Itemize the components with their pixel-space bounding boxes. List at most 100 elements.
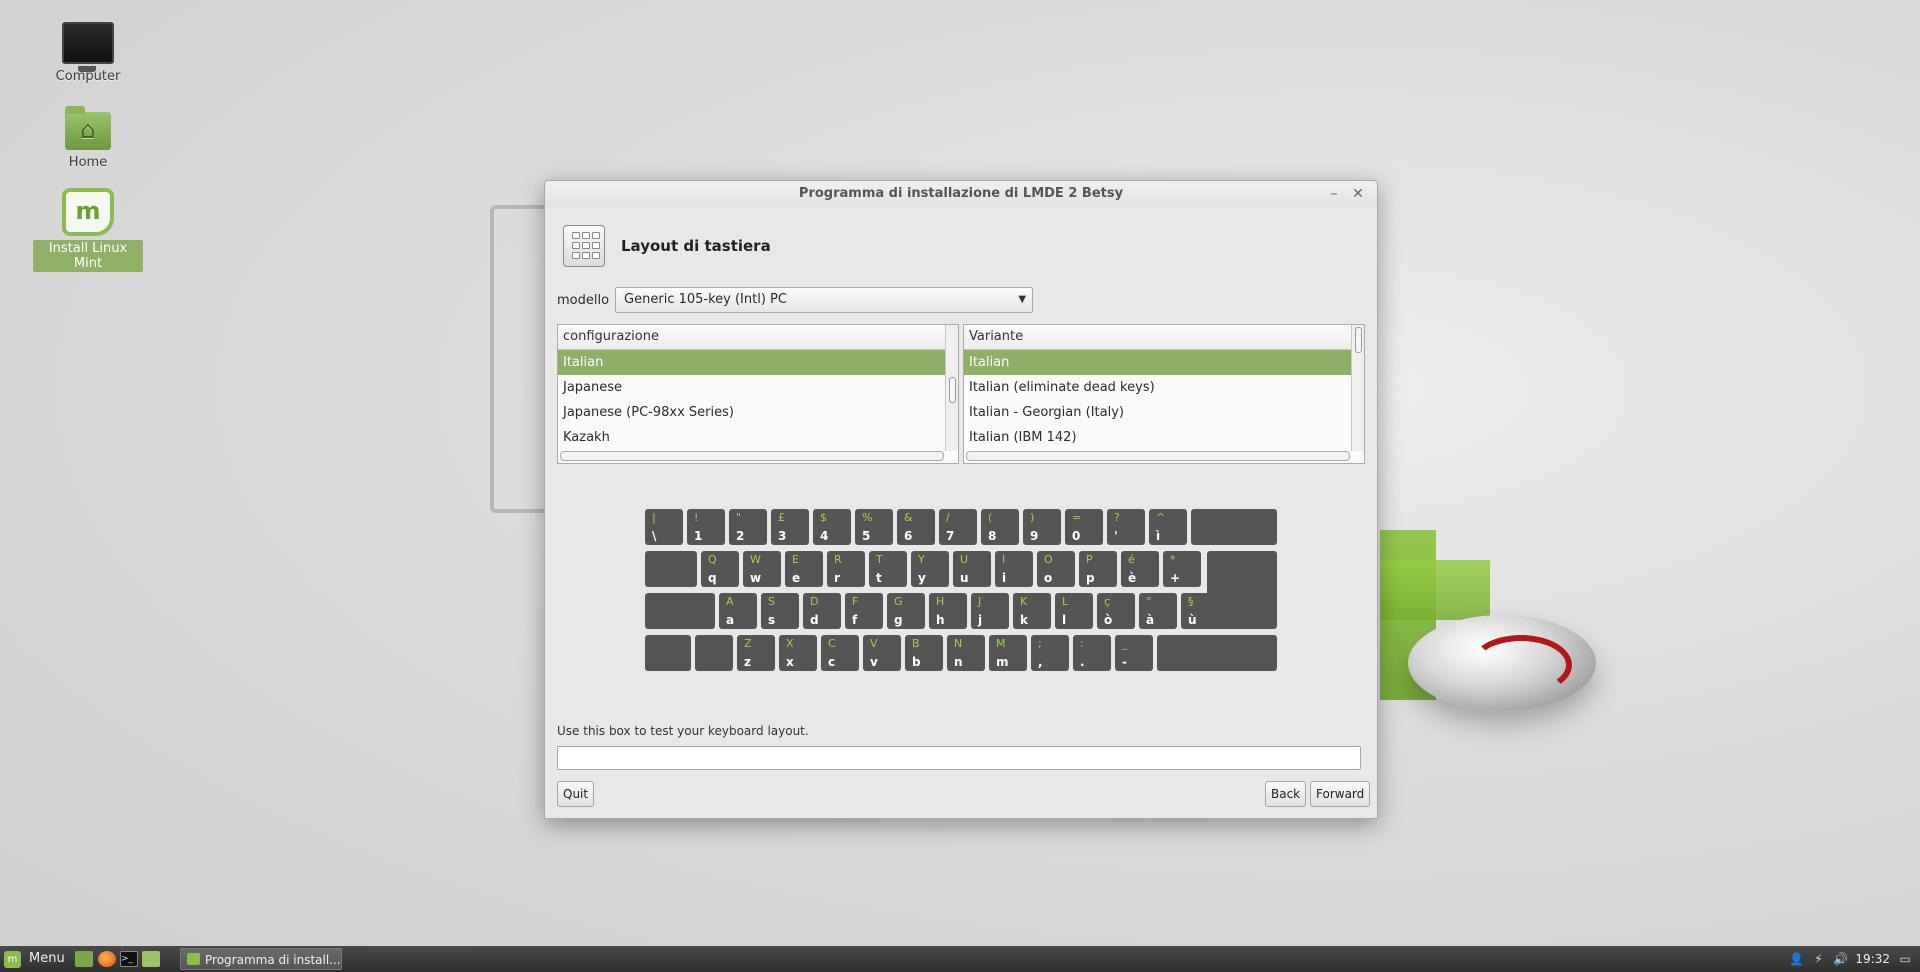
keyboard-key: Nn xyxy=(947,635,985,671)
installer-window: Programma di installazione di LMDE 2 Bet… xyxy=(544,180,1378,819)
keyboard-key: * + xyxy=(1163,551,1201,587)
close-icon[interactable]: ✕ xyxy=(1347,181,1369,207)
keyboard-key: Ii xyxy=(995,551,1033,587)
files-icon[interactable] xyxy=(142,951,160,967)
menu-button[interactable]: m Menu xyxy=(4,946,65,972)
keyboard-key: " 2 xyxy=(729,509,767,545)
key-shift-label: H xyxy=(936,595,945,608)
key-base-label: è xyxy=(1128,571,1137,585)
key-base-label: b xyxy=(912,655,921,669)
key-base-label: à xyxy=(1146,613,1155,627)
layout-list-vertical-scrollbar[interactable] xyxy=(945,325,958,451)
keyboard-key: Mm xyxy=(989,635,1027,671)
layout-list-item[interactable]: Italian xyxy=(558,350,958,375)
key-base-label: ò xyxy=(1104,613,1113,627)
scrollbar-thumb[interactable] xyxy=(1355,327,1362,353)
key-base-label: + xyxy=(1170,571,1181,585)
key-shift-label: K xyxy=(1020,595,1028,608)
key-shift-label: G xyxy=(894,595,903,608)
keyboard-key: Qq xyxy=(701,551,739,587)
key-shift-label: = xyxy=(1072,511,1082,524)
keyboard-key: :. xyxy=(1073,635,1111,671)
network-icon[interactable]: ⚡ xyxy=(1811,946,1825,972)
caps-lock-key xyxy=(645,593,715,629)
volume-icon[interactable]: 🔊 xyxy=(1833,946,1848,972)
key-base-label: 6 xyxy=(904,529,913,543)
key-shift-label: S xyxy=(768,595,775,608)
quit-button[interactable]: Quit xyxy=(557,781,595,807)
key-shift-label: Y xyxy=(918,553,925,566)
keyboard-key: ^ ì xyxy=(1149,509,1187,545)
linux-mint-logo-icon: m xyxy=(62,188,114,236)
key-shift-label: ° xyxy=(1146,595,1152,608)
keyboard-key: Yy xyxy=(911,551,949,587)
keyboard-key: Ll xyxy=(1055,593,1093,629)
key-base-label: q xyxy=(708,571,717,585)
keyboard-key: & 6 xyxy=(897,509,935,545)
key-base-label: 7 xyxy=(946,529,955,543)
variant-list-item[interactable]: Italian (IBM 142) xyxy=(964,425,1364,450)
variant-list-header[interactable]: Variante xyxy=(964,325,1364,350)
display-icon[interactable]: ▭ xyxy=(1898,946,1912,972)
variant-list-horizontal-scrollbar[interactable] xyxy=(966,451,1350,461)
layout-list-item[interactable]: Japanese xyxy=(558,375,958,400)
layout-list[interactable]: configurazione Italian Japanese Japanese… xyxy=(557,324,959,464)
terminal-icon[interactable]: >_ xyxy=(120,951,138,967)
variant-list-item[interactable]: Italian xyxy=(964,350,1364,375)
keyboard-key: § ù xyxy=(1181,593,1219,629)
keyboard-key: Vv xyxy=(863,635,901,671)
keyboard-key: Jj xyxy=(971,593,1009,629)
computer-icon xyxy=(62,22,114,72)
key-shift-label: ; xyxy=(1038,637,1042,650)
key-base-label: u xyxy=(960,571,969,585)
key-shift-label: O xyxy=(1044,553,1053,566)
layout-list-horizontal-scrollbar[interactable] xyxy=(560,451,944,461)
key-base-label: t xyxy=(876,571,882,585)
keyboard-key: Zz xyxy=(737,635,775,671)
variant-list-item[interactable]: Italian - Georgian (Italy) xyxy=(964,400,1364,425)
key-base-label: n xyxy=(954,655,963,669)
scrollbar-thumb[interactable] xyxy=(949,377,956,403)
key-shift-label: D xyxy=(810,595,819,608)
menu-label: Menu xyxy=(29,951,65,966)
forward-button[interactable]: Forward xyxy=(1310,781,1371,807)
key-shift-label: | xyxy=(652,511,656,524)
variant-list-item[interactable]: Italian (eliminate dead keys) xyxy=(964,375,1364,400)
keyboard-key: $4 xyxy=(813,509,851,545)
keyboard-key: | \ xyxy=(645,509,683,545)
key-base-label: \ xyxy=(652,529,657,543)
desktop-icon-home[interactable]: Home xyxy=(33,104,143,171)
key-shift-label: § xyxy=(1188,595,1194,608)
key-shift-label: ? xyxy=(1114,511,1120,524)
taskbar-window-item[interactable]: Programma di install... xyxy=(180,948,342,970)
keyboard-key: = 0 xyxy=(1065,509,1103,545)
key-base-label: p xyxy=(1086,571,1095,585)
desktop-icon-label: Home xyxy=(68,155,108,170)
desktop-icon-computer[interactable]: Computer xyxy=(33,0,143,85)
minimize-icon[interactable]: – xyxy=(1323,181,1345,207)
keyboard-key: Dd xyxy=(803,593,841,629)
keyboard-icon xyxy=(563,225,605,267)
left-shift-key xyxy=(645,635,691,671)
key-shift-label: : xyxy=(1080,637,1084,650)
key-base-label: 3 xyxy=(778,529,787,543)
layout-list-item[interactable]: Japanese (PC-98xx Series) xyxy=(558,400,958,425)
key-base-label: j xyxy=(978,613,983,627)
variant-list-vertical-scrollbar[interactable] xyxy=(1351,325,1364,451)
key-shift-label: Q xyxy=(708,553,717,566)
show-desktop-icon[interactable] xyxy=(75,951,93,967)
layout-list-item[interactable]: Kazakh xyxy=(558,425,958,450)
desktop-icon-install-linux-mint[interactable]: m Install Linux Mint xyxy=(33,180,143,272)
model-select[interactable]: Generic 105-key (Intl) PC ▼ xyxy=(615,287,1034,313)
keyboard-key: Uu xyxy=(953,551,991,587)
variant-list[interactable]: Variante Italian Italian (eliminate dead… xyxy=(963,324,1365,464)
keyboard-key: ;, xyxy=(1031,635,1069,671)
keyboard-test-input[interactable] xyxy=(557,746,1361,770)
back-button[interactable]: Back xyxy=(1265,781,1307,807)
window-titlebar[interactable]: Programma di installazione di LMDE 2 Bet… xyxy=(545,181,1377,207)
user-icon[interactable]: 👤 xyxy=(1789,946,1804,972)
key-base-label: 2 xyxy=(736,529,745,543)
firefox-icon[interactable] xyxy=(98,951,116,967)
layout-list-header[interactable]: configurazione xyxy=(558,325,958,350)
clock[interactable]: 19:32 xyxy=(1855,946,1890,972)
